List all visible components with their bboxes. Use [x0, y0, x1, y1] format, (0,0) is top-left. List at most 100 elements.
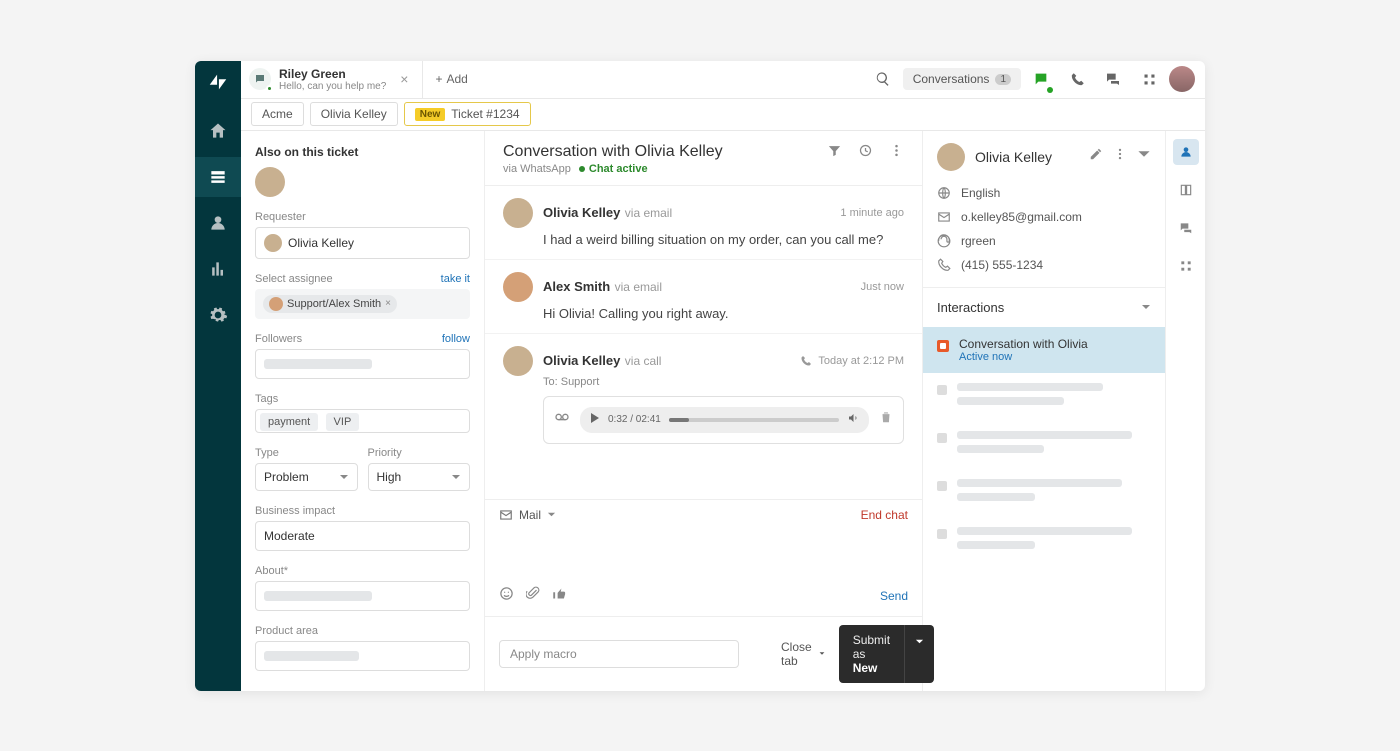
nav-customers[interactable] — [195, 203, 241, 243]
phone-icon — [800, 355, 812, 367]
message-body: I had a weird billing situation on my or… — [543, 232, 904, 247]
compose-textarea[interactable] — [485, 530, 922, 580]
tab-title: Riley Green — [279, 67, 386, 81]
business-impact-field[interactable]: Moderate — [255, 521, 470, 551]
product-area-label: Product area — [255, 625, 318, 637]
chevron-down-icon — [339, 472, 349, 482]
interaction-item[interactable] — [923, 517, 1165, 565]
chevron-down-icon[interactable] — [547, 510, 556, 519]
app-window: Riley Green Hello, can you help me? × + … — [195, 61, 1205, 691]
priority-label: Priority — [368, 447, 402, 459]
context-knowledge-icon[interactable] — [1173, 177, 1199, 203]
submit-button[interactable]: Submit as New — [839, 625, 904, 683]
about-field[interactable] — [255, 581, 470, 611]
nav-home[interactable] — [195, 111, 241, 151]
message-item: Olivia Kelley via email 1 minute ago I h… — [485, 186, 922, 260]
priority-select[interactable]: High — [368, 463, 471, 491]
assignee-avatar — [269, 297, 283, 311]
type-select[interactable]: Problem — [255, 463, 358, 491]
audio-time: 0:32 / 02:41 — [608, 414, 661, 425]
remove-assignee-icon[interactable]: × — [385, 298, 391, 309]
thumbs-up-icon[interactable] — [552, 586, 567, 606]
close-tab-button[interactable]: Close tab — [781, 640, 825, 668]
audio-progress[interactable] — [669, 418, 839, 422]
take-it-link[interactable]: take it — [441, 273, 470, 285]
ticket-sidebar: Also on this ticket Requester Olivia Kel… — [241, 131, 485, 691]
conversation-pane: Conversation with Olivia Kelley via What… — [485, 131, 923, 691]
emoji-icon[interactable] — [499, 586, 514, 606]
crumb-user[interactable]: Olivia Kelley — [310, 102, 398, 126]
apps-icon[interactable] — [1133, 63, 1165, 95]
nav-settings[interactable] — [195, 295, 241, 335]
crumb-ticket[interactable]: New Ticket #1234 — [404, 102, 531, 126]
follow-link[interactable]: follow — [442, 333, 470, 345]
assignee-label: Select assignee — [255, 273, 333, 285]
search-icon[interactable] — [867, 63, 899, 95]
ticket-participant-avatar[interactable] — [255, 167, 285, 197]
interaction-active[interactable]: Conversation with Olivia Active now — [923, 327, 1165, 373]
topbar: Riley Green Hello, can you help me? × + … — [241, 61, 1205, 99]
nav-tickets[interactable] — [195, 157, 241, 197]
open-tab[interactable]: Riley Green Hello, can you help me? × — [241, 61, 423, 98]
message-item: Alex Smith via email Just now Hi Olivia!… — [485, 260, 922, 334]
chat-status-icon[interactable] — [1025, 63, 1057, 95]
conversations-button[interactable]: Conversations 1 — [903, 68, 1021, 90]
compose-channel[interactable]: Mail — [519, 508, 541, 522]
filter-icon[interactable] — [827, 143, 842, 163]
crumb-org[interactable]: Acme — [251, 102, 304, 126]
chevron-down-icon[interactable] — [1137, 147, 1151, 166]
attach-icon[interactable] — [526, 586, 540, 605]
message-to: To: Support — [543, 376, 904, 388]
context-user-icon[interactable] — [1173, 139, 1199, 165]
tag-payment[interactable]: payment — [260, 413, 318, 431]
interaction-item[interactable] — [923, 373, 1165, 421]
audio-player: 0:32 / 02:41 — [543, 396, 904, 444]
nav-reports[interactable] — [195, 249, 241, 289]
composer: Mail End chat Send — [485, 499, 922, 616]
send-button[interactable]: Send — [880, 589, 908, 603]
chevron-down-icon — [1141, 302, 1151, 312]
volume-icon[interactable] — [847, 412, 859, 427]
context-chat-icon[interactable] — [1173, 215, 1199, 241]
delete-icon[interactable] — [879, 410, 893, 429]
conversations-icon[interactable] — [1097, 63, 1129, 95]
customer-phone: (415) 555-1234 — [937, 253, 1151, 277]
type-label: Type — [255, 447, 279, 459]
profile-avatar[interactable] — [1169, 66, 1195, 92]
requester-field[interactable]: Olivia Kelley — [255, 227, 470, 259]
tag-vip[interactable]: VIP — [326, 413, 360, 431]
history-icon[interactable] — [858, 143, 873, 163]
followers-field[interactable] — [255, 349, 470, 379]
customer-email: o.kelley85@gmail.com — [937, 205, 1151, 229]
customer-language: English — [937, 181, 1151, 205]
conversation-via: via WhatsApp — [503, 163, 571, 175]
context-apps-icon[interactable] — [1173, 253, 1199, 279]
mail-icon — [499, 508, 513, 522]
edit-icon[interactable] — [1089, 147, 1103, 166]
message-time: Just now — [861, 281, 904, 293]
sender-avatar — [503, 272, 533, 302]
more-icon[interactable] — [889, 143, 904, 163]
phone-icon[interactable] — [1061, 63, 1093, 95]
breadcrumb-bar: Acme Olivia Kelley New Ticket #1234 — [241, 99, 1205, 131]
business-impact-label: Business impact — [255, 505, 335, 517]
macro-input[interactable]: Apply macro — [499, 640, 739, 668]
end-chat-link[interactable]: End chat — [861, 508, 908, 522]
message-body: Hi Olivia! Calling you right away. — [543, 306, 904, 321]
footer-bar: Apply macro Close tab Submit as New — [485, 616, 922, 691]
product-area-field[interactable] — [255, 641, 470, 671]
customer-handle: rgreen — [937, 229, 1151, 253]
interactions-header[interactable]: Interactions — [923, 288, 1165, 327]
play-icon[interactable] — [590, 413, 600, 426]
customer-name: Olivia Kelley — [975, 149, 1079, 165]
chat-active-label: Chat active — [589, 163, 648, 175]
assignee-field[interactable]: Support/Alex Smith × — [255, 289, 470, 319]
tags-field[interactable]: payment VIP — [255, 409, 470, 433]
main-area: Riley Green Hello, can you help me? × + … — [241, 61, 1205, 691]
close-tab-icon[interactable]: × — [394, 71, 414, 87]
add-tab-button[interactable]: + Add — [423, 72, 479, 86]
interaction-item[interactable] — [923, 421, 1165, 469]
more-icon[interactable] — [1113, 147, 1127, 166]
interaction-item[interactable] — [923, 469, 1165, 517]
chevron-down-icon — [451, 472, 461, 482]
